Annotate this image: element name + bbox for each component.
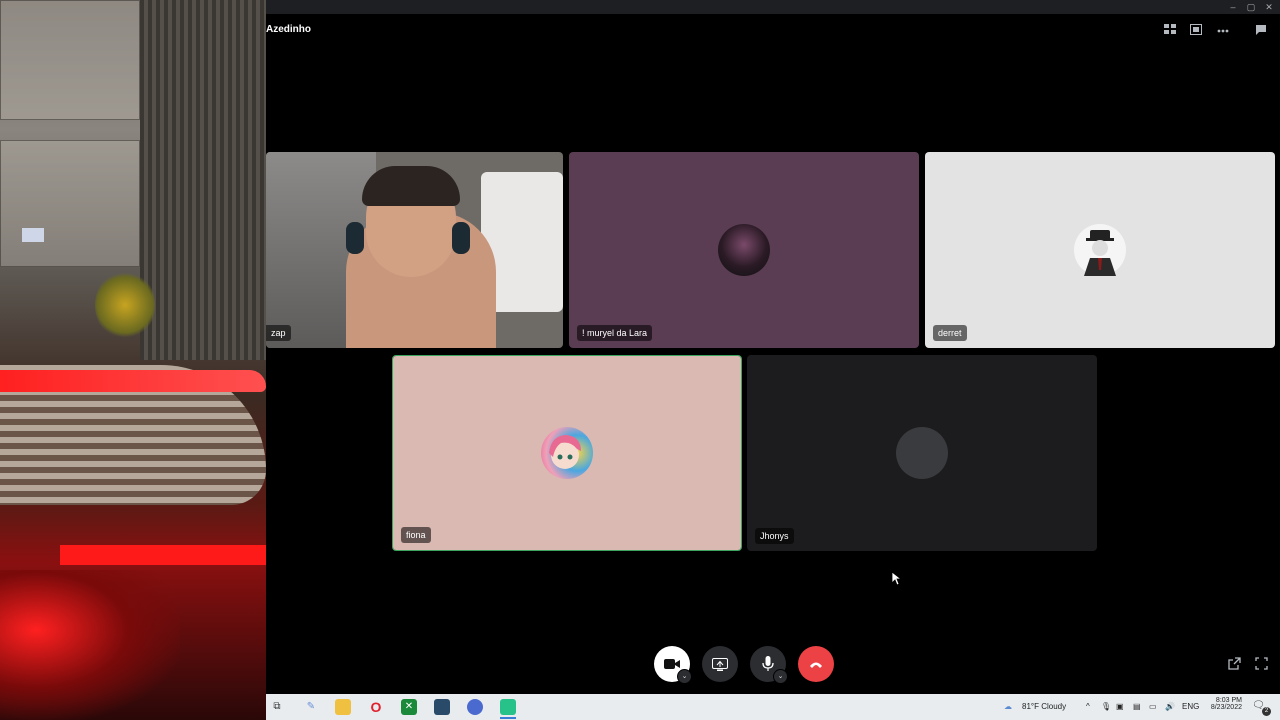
window-titlebar [266,0,1280,14]
avatar [718,224,770,276]
xbox-app-icon[interactable]: ✕ [401,699,417,715]
cursor-icon [891,571,903,591]
windows-taskbar [266,694,1280,720]
camera-icon [664,659,680,669]
discord-app-icon[interactable] [500,699,516,715]
game-app-icon[interactable] [434,699,450,715]
screen-share-button[interactable] [702,646,738,682]
plant-decoration [95,270,155,340]
paint-app-icon[interactable]: ✎ [303,699,319,715]
wall-panel [0,140,140,267]
wall-light [22,228,44,242]
clock[interactable]: 8:03 PM 8/23/2022 [1206,697,1242,711]
fullscreen-icon[interactable] [1255,657,1268,675]
active-app-indicator [500,717,516,719]
notification-count-badge: 2 [1262,707,1271,716]
participant-tile-derret[interactable]: derret [925,152,1275,348]
maximize-button[interactable]: ▢ [1242,0,1260,14]
participant-tile-muryel[interactable]: ! muryel da Lara [569,152,919,348]
language-indicator[interactable]: ENG [1182,702,1199,711]
tray-app-icon[interactable]: ▤ [1133,702,1141,711]
headphone-icon [346,222,364,254]
show-hidden-icons-chevron-icon[interactable]: ^ [1086,702,1090,711]
disconnect-button[interactable] [798,646,834,682]
wall-slats [140,0,266,360]
opera-browser-icon[interactable]: O [368,699,384,715]
close-button[interactable]: ✕ [1260,0,1278,14]
microphone-options-chevron-icon[interactable]: ⌄ [773,669,788,684]
desk-red-light [0,370,266,392]
participant-name: zap [266,325,291,341]
clock-date: 8/23/2022 [1210,704,1242,711]
floor-glow [0,570,180,720]
camera-options-chevron-icon[interactable]: ⌄ [677,669,692,684]
avatar [1074,224,1126,276]
more-icon[interactable] [1216,24,1230,36]
file-explorer-icon[interactable] [335,699,351,715]
wall-panel [0,0,140,120]
participant-tile-jhonys[interactable]: Jhonys [747,355,1097,551]
floor-red-light [60,545,266,565]
popout-icon[interactable] [1189,24,1203,36]
participant-name: ! muryel da Lara [577,325,653,341]
task-view-icon[interactable]: ⧉ [269,699,285,715]
network-icon[interactable]: ▭ [1149,702,1157,711]
participant-name: Jhonys [755,528,794,544]
video-person-hair [362,166,460,206]
screen-share-icon [712,657,728,671]
studio-background [0,0,266,720]
chrome-app-icon[interactable] [467,699,483,715]
tray-microphone-icon[interactable]: 🎙 [1101,702,1111,711]
disconnect-call-icon [810,662,822,668]
video-tile-zap[interactable]: zap [266,152,563,348]
participant-name: derret [933,325,967,341]
tray-app-icon[interactable]: ▣ [1116,702,1124,711]
volume-icon[interactable]: 🔊 [1165,702,1175,711]
microphone-icon [762,656,774,671]
avatar [896,427,948,479]
clock-time: 8:03 PM [1215,697,1242,704]
grid-layout-icon[interactable] [1163,24,1177,36]
chat-icon[interactable] [1254,24,1268,36]
participant-name: fiona [401,527,431,543]
weather-icon: ☁ [1004,702,1012,711]
popout-window-icon[interactable] [1228,657,1241,675]
minimize-button[interactable]: – [1224,0,1242,14]
participant-tile-fiona[interactable]: fiona [392,355,742,551]
headphone-icon [452,222,470,254]
channel-title: Azedinho [266,24,311,35]
avatar [541,427,593,479]
weather-text[interactable]: 81°F Cloudy [1022,702,1066,711]
